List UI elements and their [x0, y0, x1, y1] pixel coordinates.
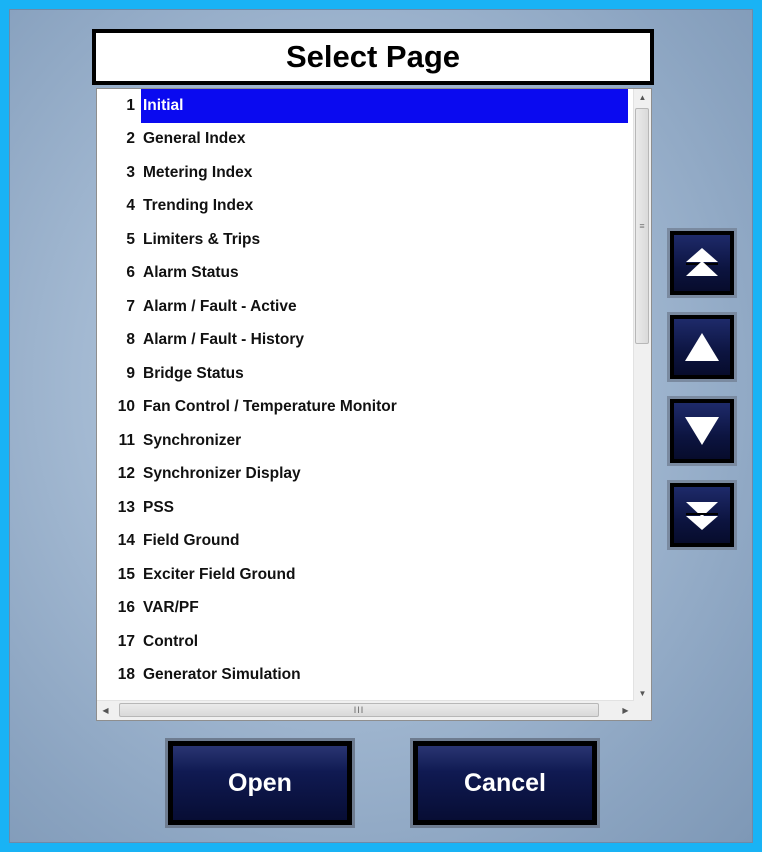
cancel-button-label: Cancel — [418, 746, 592, 820]
list-item-label: Control — [143, 632, 199, 650]
list-item[interactable]: 10 Fan Control / Temperature Monitor — [97, 391, 628, 425]
list-item[interactable]: 5 Limiters & Trips — [97, 223, 628, 257]
list-item[interactable]: 18 Generator Simulation — [97, 659, 628, 693]
list-item-number: 1 — [126, 96, 135, 114]
list-item[interactable]: 16 VAR/PF — [97, 592, 628, 626]
list-item-number: 3 — [126, 163, 135, 181]
list-item[interactable]: 7 Alarm / Fault - Active — [97, 290, 628, 324]
double-up-arrow-icon — [686, 248, 718, 276]
list-item-label: Alarm Status — [143, 264, 239, 282]
list-item-number: 12 — [117, 465, 135, 483]
list-item-label: Generator Simulation — [143, 666, 301, 684]
list-item[interactable]: 17 Control — [97, 625, 628, 659]
scroll-to-bottom-button[interactable] — [667, 480, 737, 550]
list-item-label: Alarm / Fault - History — [143, 331, 305, 349]
scroll-to-top-button[interactable] — [667, 228, 737, 298]
list-item-number: 13 — [117, 498, 135, 516]
list-item[interactable]: 6 Alarm Status — [97, 257, 628, 291]
list-item-number: 14 — [117, 532, 135, 550]
list-item-label: Bridge Status — [143, 364, 244, 382]
list-item-number: 2 — [126, 130, 135, 148]
vertical-scrollbar[interactable]: ▲ ≡ ▼ — [633, 89, 651, 702]
list-item-label: Initial — [141, 89, 628, 123]
horizontal-scrollbar[interactable]: ◀ III ▶ — [97, 700, 634, 720]
list-item-label: Trending Index — [143, 197, 254, 215]
scrollbar-corner — [634, 701, 651, 720]
vertical-scroll-thumb[interactable]: ≡ — [635, 108, 649, 344]
open-button[interactable]: Open — [165, 738, 355, 828]
list-item[interactable]: 2 General Index — [97, 123, 628, 157]
list-item-number: 15 — [117, 565, 135, 583]
list-item[interactable]: 8 Alarm / Fault - History — [97, 324, 628, 358]
list-item[interactable]: 14 Field Ground — [97, 525, 628, 559]
open-button-label: Open — [173, 746, 347, 820]
list-item-label: Fan Control / Temperature Monitor — [143, 398, 397, 416]
list-item-number: 18 — [117, 666, 135, 684]
scroll-down-arrow-icon[interactable]: ▼ — [634, 685, 651, 702]
scroll-right-arrow-icon[interactable]: ▶ — [617, 701, 634, 720]
double-down-arrow-icon — [686, 502, 718, 530]
list-item[interactable]: 11 Synchronizer — [97, 424, 628, 458]
list-item-label: Field Ground — [143, 532, 240, 550]
list-item-number: 10 — [117, 398, 135, 416]
list-item-number: 16 — [117, 599, 135, 617]
list-item-number: 8 — [126, 331, 135, 349]
dialog-title-box: Select Page — [92, 29, 654, 85]
list-item-label: VAR/PF — [143, 599, 199, 617]
scroll-up-button[interactable] — [667, 312, 737, 382]
list-item[interactable]: 9 Bridge Status — [97, 357, 628, 391]
horizontal-scroll-thumb[interactable]: III — [119, 703, 599, 717]
list-item-label: Exciter Field Ground — [143, 565, 296, 583]
scroll-left-arrow-icon[interactable]: ◀ — [97, 701, 114, 720]
list-item[interactable]: 1 Initial — [97, 89, 628, 123]
scroll-up-arrow-icon[interactable]: ▲ — [634, 89, 651, 106]
list-item-label: Alarm / Fault - Active — [143, 297, 297, 315]
page-listbox[interactable]: 1 Initial 2 General Index 3 Metering Index 4 Tr… — [96, 88, 652, 721]
list-item-label: PSS — [143, 498, 175, 516]
list-item-label: General Index — [143, 130, 246, 148]
list-item-label: Synchronizer — [143, 431, 242, 449]
list-item-number: 4 — [126, 197, 135, 215]
list-item-number: 9 — [126, 364, 135, 382]
list-item-label: Limiters & Trips — [143, 230, 261, 248]
down-arrow-icon — [685, 417, 719, 445]
dialog-title: Select Page — [285, 39, 461, 74]
list-item-number: 5 — [126, 230, 135, 248]
scroll-down-button[interactable] — [667, 396, 737, 466]
list-item-number: 11 — [118, 431, 135, 449]
up-arrow-icon — [685, 333, 719, 361]
list-item[interactable]: 4 Trending Index — [97, 190, 628, 224]
list-item[interactable]: 13 PSS — [97, 491, 628, 525]
list-item-number: 17 — [117, 632, 135, 650]
list-item-number: 6 — [126, 264, 135, 282]
list-item-label: Metering Index — [143, 163, 253, 181]
list-item-number: 7 — [126, 297, 135, 315]
list-item[interactable]: 12 Synchronizer Display — [97, 458, 628, 492]
list-item[interactable]: 3 Metering Index — [97, 156, 628, 190]
cancel-button[interactable]: Cancel — [410, 738, 600, 828]
list-item[interactable]: 15 Exciter Field Ground — [97, 558, 628, 592]
page-list: 1 Initial 2 General Index 3 Metering Index 4 Tr… — [97, 89, 628, 692]
list-item-label: Synchronizer Display — [143, 465, 301, 483]
